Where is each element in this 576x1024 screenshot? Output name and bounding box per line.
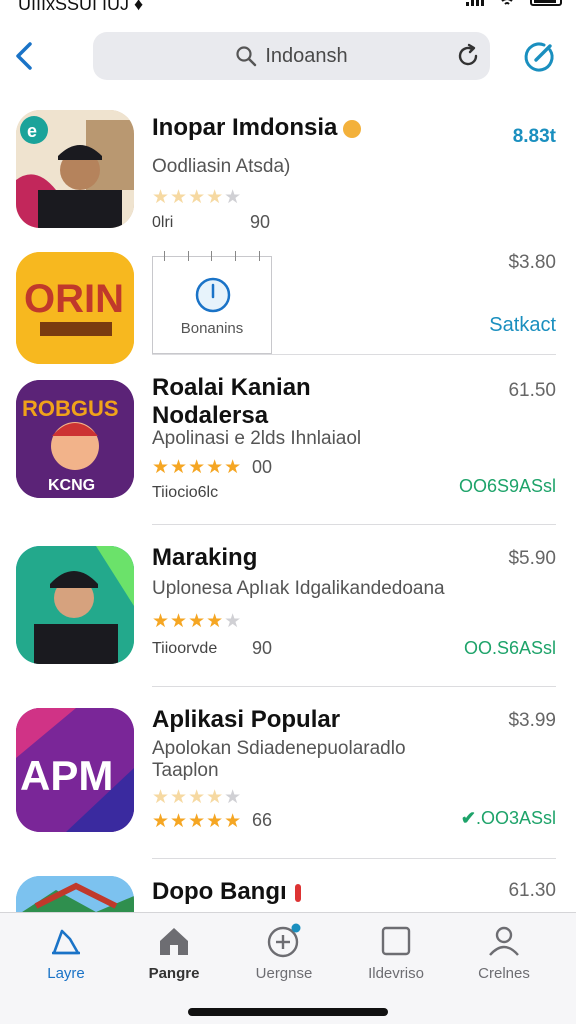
app-title: Aplikasi Popular	[152, 706, 341, 733]
tab-label: Layre	[47, 965, 85, 982]
carrier-text: UIIIxSSUI IUJ ♦	[18, 0, 144, 14]
app-subtitle: Uplonesa Aplıak Idgalikandedoana	[152, 578, 445, 599]
compose-button[interactable]	[520, 38, 558, 76]
tab-label: Ildevriso	[368, 965, 424, 982]
row-divider	[152, 524, 556, 525]
app-title: Maraking	[152, 544, 258, 571]
stack-icon	[52, 929, 80, 955]
list-item[interactable]: Dopo Bangı 61.30	[0, 876, 576, 912]
home-indicator[interactable]	[188, 1008, 388, 1016]
price-label: 61.30	[508, 880, 556, 901]
app-title: Inopar Imdonsia	[152, 114, 338, 141]
app-title: Dopo Bangı	[152, 878, 287, 905]
app-title: Roalai Kanian	[152, 374, 311, 401]
tab-bar: Layre Pangre Uergnse Ildevriso Crelnes	[0, 912, 576, 1024]
app-subtitle: Apolokan Sdiadenepuolaradlo	[152, 738, 406, 759]
price-label[interactable]: 8.83t	[513, 126, 556, 148]
orin-logo-icon: ORIN	[16, 252, 134, 364]
tab-uergnse[interactable]: Uergnse	[234, 923, 334, 982]
price-label: $3.99	[508, 710, 556, 731]
list-item[interactable]: Maraking Uplonesa Aplıak Idgalikandedoan…	[0, 544, 576, 696]
app-meta: Tiioorvde	[152, 640, 218, 657]
price-label: 61.50	[508, 380, 556, 401]
battery-icon	[530, 0, 562, 6]
square-icon	[381, 926, 411, 956]
landscape-icon	[16, 876, 134, 912]
rating-stars-secondary: ★★★★★	[152, 787, 243, 808]
tab-label: Crelnes	[478, 965, 530, 982]
tab-ildevriso[interactable]: Ildevriso	[346, 923, 446, 982]
banner-card[interactable]: Bonanins	[152, 251, 272, 354]
refresh-icon[interactable]	[454, 42, 482, 70]
back-button[interactable]	[10, 38, 40, 74]
svg-text:e: e	[27, 121, 37, 141]
person-icon	[489, 926, 519, 956]
person-cap-icon: e	[16, 110, 134, 228]
search-icon	[236, 46, 257, 67]
rating-count: 66	[252, 810, 273, 830]
svg-text:ROBGUS: ROBGUS	[22, 396, 119, 421]
tab-layre[interactable]: Layre	[16, 923, 116, 982]
tab-pangre[interactable]: Pangre	[124, 923, 224, 982]
app-subtitle-line2: Taaplon	[152, 760, 219, 781]
status-bar: UIIIxSSUI IUJ ♦	[0, 0, 576, 16]
rating-count: 90	[252, 638, 273, 658]
home-icon	[160, 928, 188, 955]
rating-stars: ★★★★★	[152, 611, 243, 632]
apm-logo-icon: APM	[16, 708, 134, 832]
list-item[interactable]: ROBGUS KCNG Roalai Kanian Nodalersa Apol…	[0, 374, 576, 530]
app-list: e Inopar Imdonsia Oodliasin Atsda) ★★★★★…	[0, 100, 576, 912]
price-label: $3.80	[508, 252, 556, 273]
clock-icon	[195, 277, 231, 313]
nav-bar: Indoansh	[0, 28, 576, 88]
rating-count: 00	[252, 457, 273, 477]
row-divider	[152, 354, 556, 355]
svg-text:ORIN: ORIN	[24, 277, 124, 321]
add-circle-icon	[267, 923, 301, 958]
row-divider	[152, 858, 556, 859]
signal-icon	[466, 0, 484, 6]
tab-crelnes[interactable]: Crelnes	[454, 923, 554, 982]
emoji-badge-icon	[343, 119, 362, 138]
svg-text:APM: APM	[20, 752, 113, 799]
svg-text:KCNG: KCNG	[48, 477, 95, 494]
search-text: Indoansh	[265, 44, 348, 67]
list-item[interactable]: e Inopar Imdonsia Oodliasin Atsda) ★★★★★…	[0, 110, 576, 244]
list-item[interactable]: APM Aplikasi Popular Apolokan Sdiadenepu…	[0, 706, 576, 868]
price-label: $5.90	[508, 548, 556, 569]
rating-stars: ★★★★★	[152, 457, 243, 478]
kcng-mascot-icon: ROBGUS KCNG	[16, 380, 134, 498]
row-divider	[152, 686, 556, 687]
app-subtitle: Apolinasi e 2lds Ihnlaiaol	[152, 428, 362, 449]
check-icon: ✔	[460, 808, 476, 828]
get-button[interactable]: OO.S6ASsl	[464, 638, 556, 659]
rating-stars: ★★★★★	[152, 811, 243, 832]
tab-label: Pangre	[148, 965, 200, 982]
get-button[interactable]: OO6S9ASsl	[459, 476, 556, 497]
rating-count: 90	[250, 212, 271, 232]
list-item[interactable]: ORIN Bonanins $3.80 Satkact	[0, 248, 576, 364]
tab-label: Uergnse	[255, 965, 313, 982]
select-button[interactable]: Satkact	[489, 314, 556, 337]
app-subtitle: Oodliasin Atsda)	[152, 156, 291, 177]
rating-stars: ★★★★★	[152, 187, 243, 208]
search-bar[interactable]: Indoansh	[93, 32, 490, 80]
app-meta: Tiiocio6lc	[152, 484, 219, 501]
banner-label: Bonanins	[180, 320, 244, 337]
person-cap-green-icon	[16, 546, 134, 664]
get-button[interactable]: .OO3ASsl	[476, 808, 556, 828]
app-title-line2: Nodalersa	[152, 402, 269, 429]
wifi-icon	[501, 0, 513, 5]
alert-badge-icon	[294, 883, 301, 902]
app-meta: 0lri	[152, 214, 174, 231]
status-icons	[466, 0, 562, 6]
